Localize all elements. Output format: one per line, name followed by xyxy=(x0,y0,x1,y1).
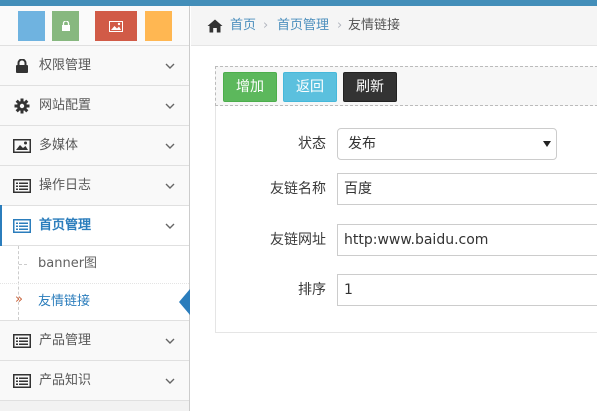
list-icon xyxy=(13,178,31,194)
sidebar-item-multimedia[interactable]: 多媒体 xyxy=(0,126,189,166)
breadcrumb-section-link[interactable]: 首页管理 xyxy=(277,18,329,34)
breadcrumb-current: 友情链接 xyxy=(348,18,401,33)
chevron-down-icon xyxy=(165,103,175,109)
breadcrumb-separator: › xyxy=(263,18,269,33)
list-icon xyxy=(13,218,31,234)
submenu-item-label: 友情链接 xyxy=(38,294,91,309)
link-name-input[interactable]: 百度 xyxy=(337,173,597,205)
lock-icon xyxy=(13,58,31,74)
caret-down-icon xyxy=(543,141,551,147)
submenu-home-management: banner图 » 友情链接 xyxy=(0,246,190,321)
sidebar-item-site-config[interactable]: 网站配置 xyxy=(0,86,189,126)
sidebar-item-label: 首页管理 xyxy=(39,218,92,233)
form-row-order: 排序 1 xyxy=(216,274,597,306)
link-url-label: 友链网址 xyxy=(270,232,326,248)
sidebar-item-product-management[interactable]: 产品管理 xyxy=(0,321,189,361)
sidebar-item-label: 产品知识 xyxy=(39,373,92,388)
status-select[interactable]: 发布 xyxy=(337,128,557,160)
content-panel: 增加 返回 刷新 状态 发布 友链名称 百度 友链网址 http:www.bai… xyxy=(215,66,597,333)
sort-order-input[interactable]: 1 xyxy=(337,274,597,306)
picture-icon xyxy=(109,20,123,32)
sidebar-shortcuts xyxy=(0,6,189,46)
link-url-input[interactable]: http:www.baidu.com xyxy=(337,224,597,256)
link-name-label: 友链名称 xyxy=(270,181,326,197)
breadcrumb-home-link[interactable]: 首页 xyxy=(230,18,256,34)
picture-icon xyxy=(13,138,31,154)
lock-icon xyxy=(61,21,70,31)
submenu-item-label: banner图 xyxy=(38,256,98,271)
sidebar-item-label: 产品管理 xyxy=(39,333,92,348)
tree-dash xyxy=(19,264,27,265)
form-row-status: 状态 发布 xyxy=(216,128,597,160)
sidebar: 权限管理 网站配置 多媒体 操作日志 首页管理 banner图 » 友情链接 产… xyxy=(0,6,190,411)
chevron-down-icon xyxy=(165,338,175,344)
breadcrumb: 首页 › 首页管理 › 友情链接 xyxy=(191,6,597,46)
sidebar-item-label: 操作日志 xyxy=(39,178,92,193)
sidebar-item-label: 网站配置 xyxy=(39,98,92,113)
shortcut-picture-button[interactable] xyxy=(95,11,137,41)
form-row-url: 友链网址 http:www.baidu.com xyxy=(216,224,597,256)
sidebar-item-home-management[interactable]: 首页管理 xyxy=(0,205,189,246)
double-chevron-icon: » xyxy=(15,292,23,307)
form-row-name: 友链名称 百度 xyxy=(216,173,597,205)
submenu-item-friend-links[interactable]: » 友情链接 xyxy=(0,283,190,320)
add-button[interactable]: 增加 xyxy=(223,72,277,102)
sidebar-item-label: 多媒体 xyxy=(39,138,79,153)
sidebar-item-label: 权限管理 xyxy=(39,58,92,73)
sidebar-item-product-knowledge[interactable]: 产品知识 xyxy=(0,361,189,401)
gear-icon xyxy=(13,98,31,114)
shortcut-blue-button[interactable] xyxy=(18,11,45,41)
chevron-down-icon xyxy=(165,183,175,189)
chevron-down-icon xyxy=(165,223,175,229)
sort-order-label: 排序 xyxy=(298,282,326,298)
sidebar-item-permissions[interactable]: 权限管理 xyxy=(0,46,189,86)
chevron-down-icon xyxy=(165,143,175,149)
submenu-item-banner[interactable]: banner图 xyxy=(0,246,189,283)
shortcut-yellow-button[interactable] xyxy=(145,11,172,41)
status-label: 状态 xyxy=(298,136,326,152)
back-button[interactable]: 返回 xyxy=(283,72,337,102)
sidebar-item-operation-log[interactable]: 操作日志 xyxy=(0,166,189,206)
breadcrumb-separator: › xyxy=(337,18,343,33)
list-icon xyxy=(13,333,31,349)
status-select-value: 发布 xyxy=(348,136,376,152)
list-icon xyxy=(13,373,31,389)
toolbar: 增加 返回 刷新 xyxy=(215,66,597,106)
chevron-down-icon xyxy=(165,378,175,384)
home-icon[interactable] xyxy=(207,19,223,33)
chevron-down-icon xyxy=(165,63,175,69)
refresh-button[interactable]: 刷新 xyxy=(343,72,397,102)
shortcut-lock-button[interactable] xyxy=(52,11,79,41)
